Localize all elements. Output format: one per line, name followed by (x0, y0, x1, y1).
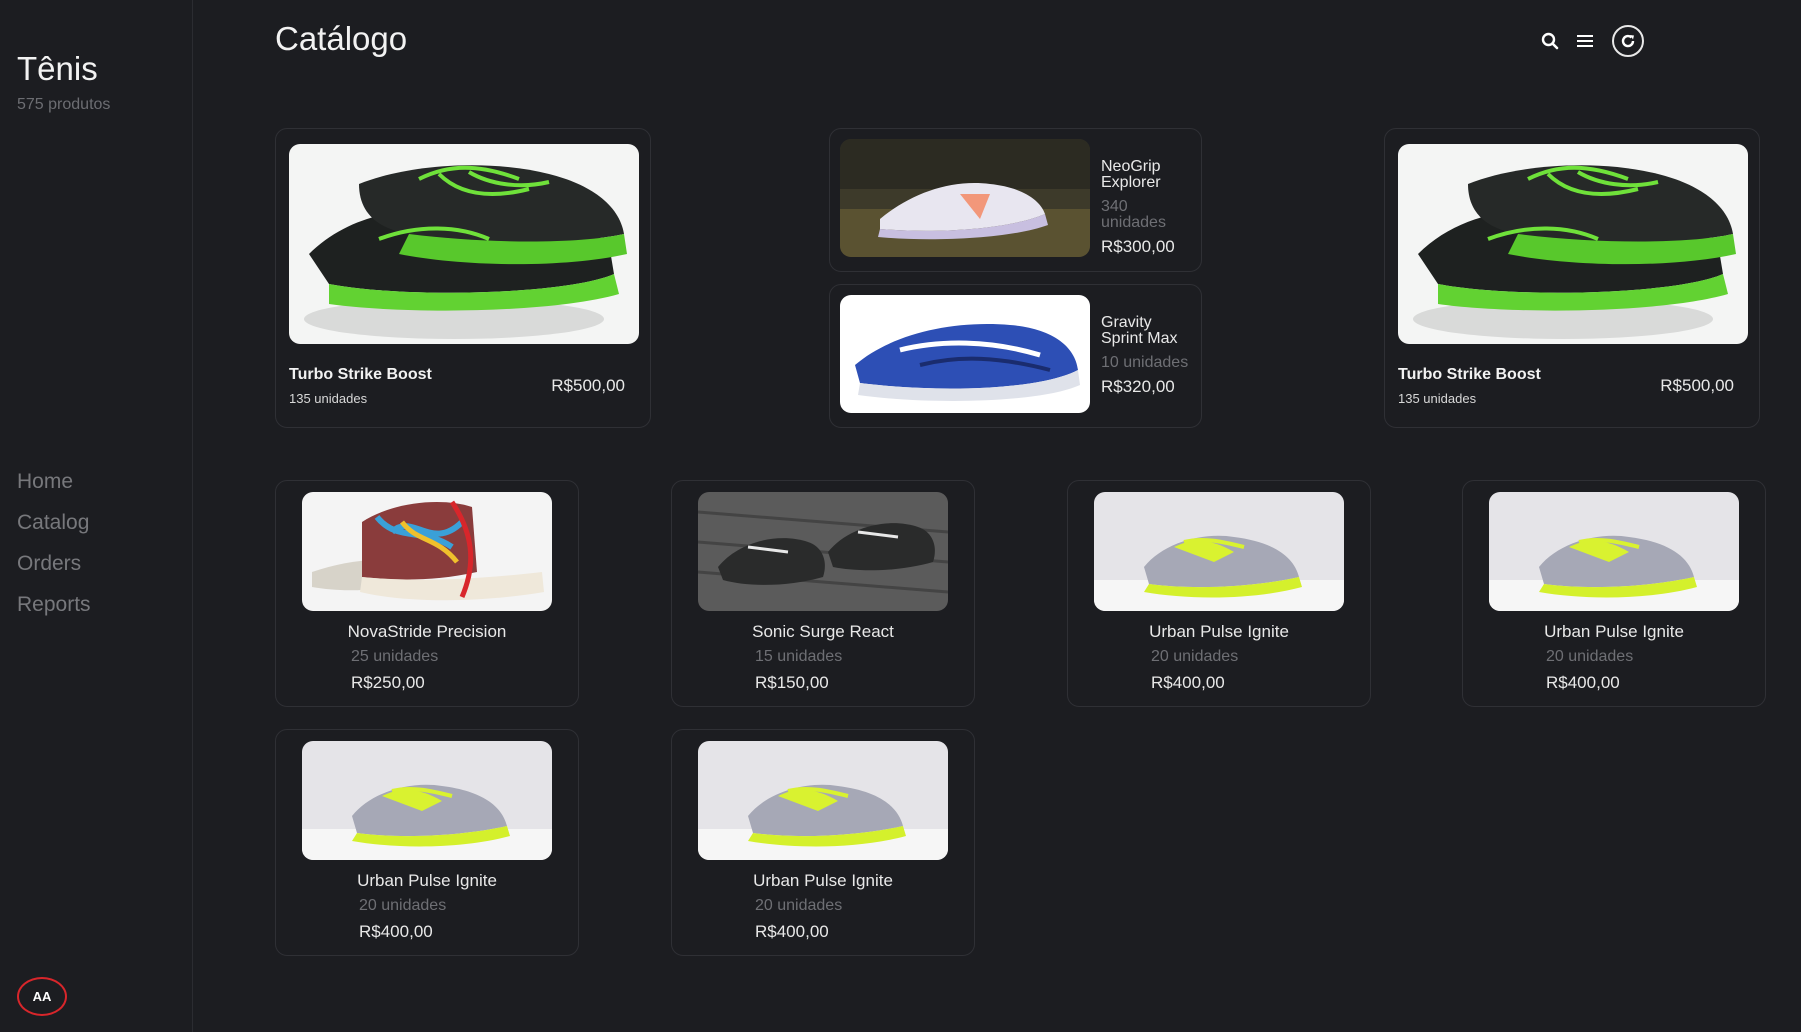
product-units: 20 unidades (755, 897, 843, 914)
product-units: 20 unidades (1546, 648, 1634, 665)
product-price: R$400,00 (359, 922, 433, 941)
product-image (302, 492, 552, 611)
sidebar-item-home[interactable]: Home (17, 468, 91, 509)
product-units: 20 unidades (359, 897, 447, 914)
product-units: 15 unidades (755, 648, 843, 665)
sidebar-item-orders[interactable]: Orders (17, 550, 91, 591)
compact-product-card[interactable]: Gravity Sprint Max 10 unidades R$320,00 (829, 284, 1202, 428)
product-image (698, 741, 948, 860)
product-name: NeoGrip Explorer (1101, 158, 1161, 191)
product-price: R$400,00 (755, 922, 829, 941)
product-name: Urban Pulse Ignite (357, 871, 497, 890)
product-units: 135 unidades (289, 391, 368, 406)
product-card[interactable]: Sonic Surge React 15 unidades R$150,00 (671, 480, 975, 707)
menu-icon[interactable] (1570, 26, 1600, 56)
product-price: R$400,00 (1151, 673, 1225, 692)
product-name: Gravity Sprint Max (1101, 314, 1178, 347)
product-name: Urban Pulse Ignite (1149, 622, 1289, 641)
sidebar-nav: Home Catalog Orders Reports (17, 468, 91, 632)
product-image (302, 741, 552, 860)
product-price: R$250,00 (351, 673, 425, 692)
page-title: Catálogo (275, 20, 408, 57)
product-price: R$320,00 (1101, 377, 1175, 396)
product-image (1398, 144, 1748, 344)
sidebar-item-catalog[interactable]: Catalog (17, 509, 91, 550)
product-name: Turbo Strike Boost (289, 366, 432, 383)
product-card[interactable]: Urban Pulse Ignite 20 unidades R$400,00 (275, 729, 579, 956)
product-price: R$300,00 (1101, 237, 1175, 256)
product-image (1094, 492, 1344, 611)
product-name: Sonic Surge React (752, 622, 894, 641)
featured-product-card[interactable]: Turbo Strike Boost 135 unidades R$500,00 (275, 128, 651, 428)
product-image (840, 295, 1090, 413)
search-icon[interactable] (1535, 26, 1565, 56)
featured-product-card[interactable]: Turbo Strike Boost 135 unidades R$500,00 (1384, 128, 1760, 428)
product-units: 340 unidades (1101, 198, 1166, 231)
refresh-icon[interactable] (1612, 25, 1644, 57)
product-units: 135 unidades (1398, 391, 1477, 406)
product-name: Urban Pulse Ignite (1544, 622, 1684, 641)
product-card[interactable]: Urban Pulse Ignite 20 unidades R$400,00 (1462, 480, 1766, 707)
sidebar-item-reports[interactable]: Reports (17, 591, 91, 632)
compact-product-card[interactable]: NeoGrip Explorer 340 unidades R$300,00 (829, 128, 1202, 272)
product-image (1489, 492, 1739, 611)
product-price: R$150,00 (755, 673, 829, 692)
product-price: R$400,00 (1546, 673, 1620, 692)
product-price: R$500,00 (551, 376, 625, 395)
product-price: R$500,00 (1660, 376, 1734, 395)
product-units: 10 unidades (1101, 354, 1189, 371)
product-name: Urban Pulse Ignite (753, 871, 893, 890)
product-count: 575 produtos (17, 96, 111, 113)
product-image (289, 144, 639, 344)
product-card[interactable]: Urban Pulse Ignite 20 unidades R$400,00 (671, 729, 975, 956)
product-units: 20 unidades (1151, 648, 1239, 665)
avatar[interactable]: AA (17, 977, 67, 1016)
product-image (840, 139, 1090, 257)
product-card[interactable]: Urban Pulse Ignite 20 unidades R$400,00 (1067, 480, 1371, 707)
product-card[interactable]: NovaStride Precision 25 unidades R$250,0… (275, 480, 579, 707)
sidebar: Tênis 575 produtos Home Catalog Orders R… (0, 0, 193, 1032)
brand-title: Tênis (17, 50, 98, 87)
product-image (698, 492, 948, 611)
product-units: 25 unidades (351, 648, 439, 665)
product-name: Turbo Strike Boost (1398, 366, 1541, 383)
product-name: NovaStride Precision (347, 622, 507, 641)
